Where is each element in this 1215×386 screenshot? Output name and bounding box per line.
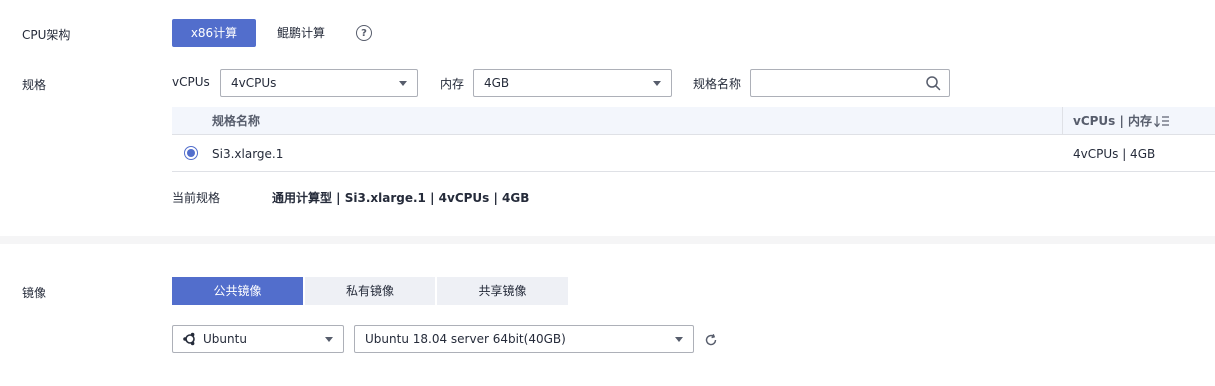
spec-label: 规格 — [22, 78, 47, 92]
current-spec-label: 当前规格 — [172, 191, 221, 205]
cpu-arch-label: CPU架构 — [22, 28, 71, 42]
memory-filter-label: 内存 — [440, 77, 465, 91]
image-version-value: Ubuntu 18.04 server 64bit(40GB) — [365, 332, 566, 346]
column-divider — [1062, 107, 1063, 135]
os-select[interactable]: Ubuntu — [172, 325, 344, 353]
os-select-value: Ubuntu — [203, 332, 247, 346]
image-version-select[interactable]: Ubuntu 18.04 server 64bit(40GB) — [354, 325, 694, 353]
vcpus-filter-label: vCPUs — [172, 75, 210, 89]
tab-shared-image[interactable]: 共享镜像 — [437, 277, 568, 305]
spec-name-filter-label: 规格名称 — [693, 77, 742, 91]
spec-radio[interactable] — [184, 146, 198, 160]
current-spec-value: 通用计算型 | Si3.xlarge.1 | 4vCPUs | 4GB — [272, 191, 530, 205]
row-spec-name: Si3.xlarge.1 — [212, 147, 284, 161]
table-row[interactable] — [172, 135, 1215, 172]
vcpus-select-value: 4vCPUs — [231, 76, 277, 90]
column-header-cpu-mem[interactable]: vCPUs | 内存 — [1073, 107, 1152, 135]
kunpeng-option-button[interactable]: 鲲鹏计算 — [277, 19, 325, 47]
chevron-down-icon — [399, 80, 407, 86]
tab-private-image[interactable]: 私有镜像 — [305, 277, 435, 305]
search-icon[interactable] — [925, 75, 941, 91]
sort-icon[interactable] — [1154, 115, 1170, 128]
chevron-down-icon — [325, 336, 333, 342]
spec-table-header — [172, 107, 1215, 135]
chevron-down-icon — [653, 80, 661, 86]
tab-public-image[interactable]: 公共镜像 — [172, 277, 303, 305]
column-header-spec-name[interactable]: 规格名称 — [212, 107, 260, 135]
x86-option-button[interactable]: x86计算 — [172, 19, 256, 47]
row-cpu-mem: 4vCPUs | 4GB — [1073, 147, 1156, 161]
image-label: 镜像 — [22, 286, 47, 300]
spec-name-search-input[interactable] — [750, 69, 950, 97]
radio-selected-dot — [187, 149, 195, 157]
memory-select-value: 4GB — [484, 76, 510, 90]
refresh-icon[interactable] — [704, 333, 718, 347]
chevron-down-icon — [675, 336, 683, 342]
section-divider — [0, 236, 1215, 244]
help-icon[interactable]: ? — [356, 25, 372, 41]
memory-select[interactable]: 4GB — [473, 69, 672, 97]
vcpus-select[interactable]: 4vCPUs — [220, 69, 418, 97]
ubuntu-icon — [183, 332, 195, 346]
